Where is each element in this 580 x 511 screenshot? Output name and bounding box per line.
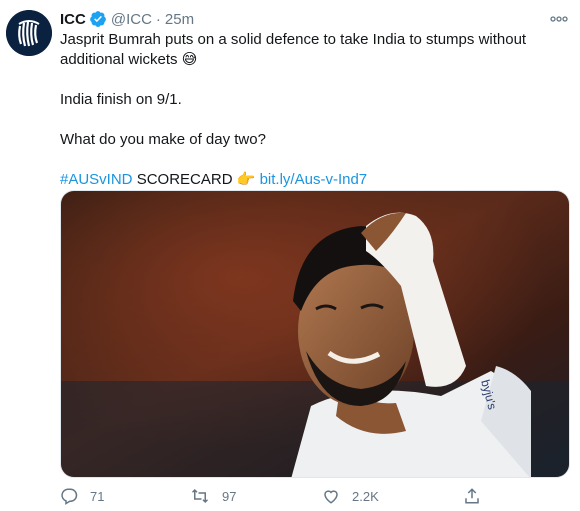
like-count: 2.2K [352, 488, 379, 504]
share-icon [465, 488, 479, 504]
pointing-emoji: 👉 [236, 171, 256, 188]
retweet-icon [191, 488, 209, 504]
tweet: ICC @ICC · 25m Jasprit Bumrah puts on a … [0, 0, 580, 511]
account-name[interactable]: ICC [60, 11, 86, 28]
tweet-text: Jasprit Bumrah puts on a solid defence t… [60, 30, 560, 190]
sweat-smile-emoji: 😅 [181, 51, 198, 68]
retweet-count: 97 [222, 488, 237, 504]
tweet-paragraph-3: What do you make of day two? [60, 131, 266, 148]
reply-button[interactable]: 71 [60, 487, 104, 505]
tweet-paragraph-1: Jasprit Bumrah puts on a solid defence t… [60, 30, 560, 70]
tweet-paragraph-4: #AUSvIND SCORECARD 👉 bit.ly/Aus-v-Ind7 [60, 170, 560, 190]
reply-count: 71 [90, 488, 105, 504]
icc-logo-icon [6, 10, 52, 56]
verified-badge-icon [89, 10, 107, 28]
like-icon [324, 490, 338, 504]
retweet-button[interactable]: 97 [190, 487, 236, 505]
account-handle[interactable]: @ICC [111, 11, 152, 28]
scorecard-text: SCORECARD [136, 171, 233, 188]
like-button[interactable]: 2.2K [322, 487, 379, 505]
scorecard-link[interactable]: bit.ly/Aus-v-Ind7 [260, 171, 368, 188]
reply-icon [61, 488, 78, 505]
tweet-photo[interactable]: byju's [60, 190, 570, 478]
tweet-actions: 71 97 2.2K [60, 484, 520, 508]
photo-illustration: byju's [61, 191, 569, 477]
separator-dot: · [155, 10, 161, 28]
avatar[interactable] [6, 10, 52, 56]
tweet-header: ICC @ICC · 25m [60, 9, 194, 29]
hashtag-link[interactable]: #AUSvIND [60, 171, 133, 188]
tweet-paragraph-2: India finish on 9/1. [60, 91, 182, 108]
tweet-line-1: Jasprit Bumrah puts on a solid defence t… [60, 31, 527, 68]
share-button[interactable] [463, 487, 493, 505]
tweet-timestamp[interactable]: 25m [165, 11, 194, 28]
more-options-icon[interactable] [548, 8, 570, 30]
